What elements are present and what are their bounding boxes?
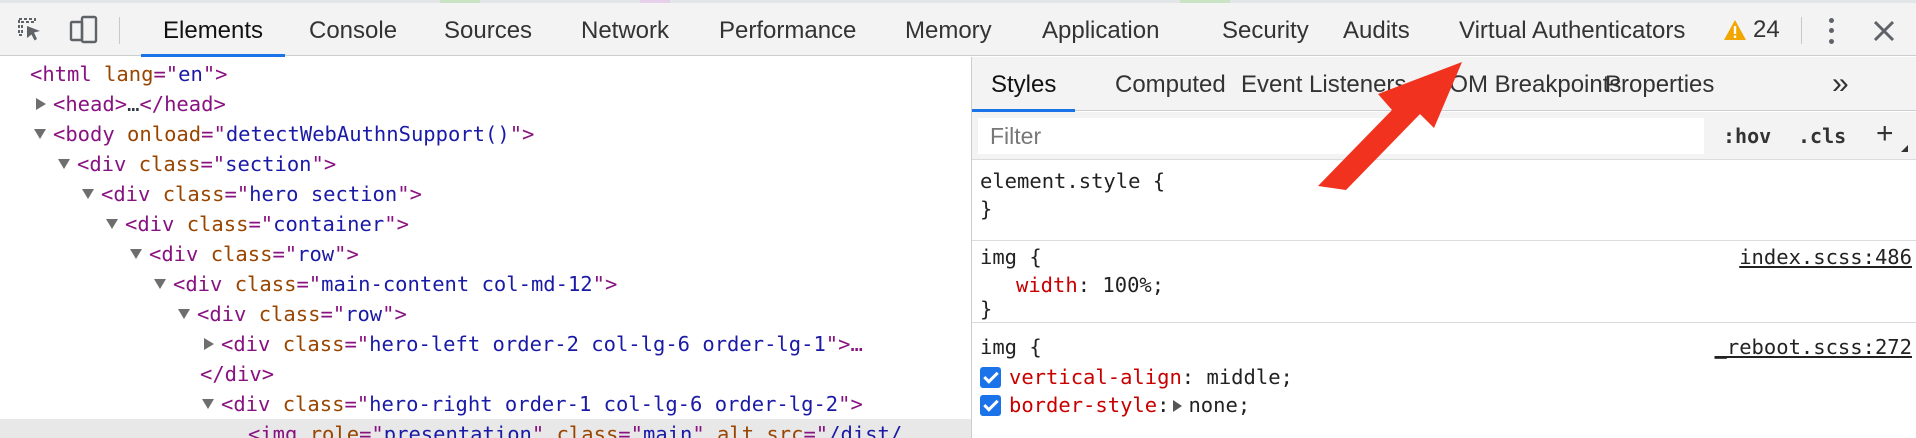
style-rule-element[interactable]: element.style { } — [972, 161, 1916, 241]
warning-icon — [1724, 19, 1746, 40]
tab-memory[interactable]: Memory — [883, 3, 1014, 56]
expand-arrow-icon[interactable] — [1173, 400, 1183, 412]
rule-source-link[interactable]: index.scss:486 — [1739, 243, 1912, 271]
rule-selector: img { — [980, 245, 1042, 269]
class-toggle-button[interactable]: .cls — [1798, 118, 1846, 154]
tree-node-img-selected[interactable]: <img role="presentation" class="main" al… — [0, 419, 971, 438]
tab-virtual-authenticators[interactable]: Virtual Authenticators — [1437, 3, 1707, 56]
warning-count: 24 — [1753, 15, 1780, 43]
collapse-arrow-icon[interactable] — [154, 279, 166, 289]
sidebar-tabs: Styles Computed Event Listeners DOM Brea… — [972, 57, 1916, 112]
collapse-arrow-icon[interactable] — [106, 219, 118, 229]
tab-network[interactable]: Network — [559, 3, 691, 56]
devtools-toolbar: Elements Console Sources Network Perform… — [0, 3, 1916, 57]
tab-security[interactable]: Security — [1200, 3, 1331, 56]
rule-property[interactable]: width: 100%; — [1016, 271, 1164, 299]
tree-node-html[interactable]: <html lang="en"> — [0, 59, 971, 89]
rule-property[interactable]: vertical-align: middle; — [980, 363, 1293, 391]
tree-node-body[interactable]: <body onload="detectWebAuthnSupport()"> — [0, 119, 971, 149]
collapse-arrow-icon[interactable] — [34, 129, 46, 139]
style-rule-img-reboot[interactable]: img { _reboot.scss:272 vertical-align: m… — [972, 323, 1916, 438]
tab-performance[interactable]: Performance — [697, 3, 878, 56]
collapse-arrow-icon[interactable] — [82, 189, 94, 199]
collapse-arrow-icon[interactable] — [130, 249, 142, 259]
styles-sidebar: Styles Computed Event Listeners DOM Brea… — [972, 57, 1916, 438]
corner-triangle-icon — [1901, 145, 1908, 152]
collapse-arrow-icon[interactable] — [178, 309, 190, 319]
more-options-icon[interactable] — [1826, 15, 1836, 47]
hover-state-button[interactable]: :hov — [1723, 118, 1771, 154]
close-icon[interactable] — [1868, 15, 1900, 47]
tab-console[interactable]: Console — [287, 3, 419, 56]
tab-event-listeners[interactable]: Event Listeners — [1222, 57, 1425, 111]
tree-node-div[interactable]: <div class="main-content col-md-12"> — [0, 269, 971, 299]
rule-close-brace: } — [980, 297, 993, 321]
tab-application[interactable]: Application — [1020, 3, 1181, 56]
styles-filter-bar: :hov .cls + — [972, 112, 1916, 160]
tree-node-div[interactable]: <div class="section"> — [0, 149, 971, 179]
toolbar-separator — [1801, 17, 1802, 44]
more-tabs-button[interactable]: » — [1832, 57, 1849, 111]
tree-node-div[interactable]: <div class="container"> — [0, 209, 971, 239]
rule-selector: img { — [980, 335, 1042, 359]
rule-property[interactable]: border-style: none; — [980, 391, 1250, 419]
toolbar-separator — [119, 17, 120, 44]
expand-arrow-icon[interactable] — [36, 98, 46, 110]
rule-selector: element.style { — [980, 169, 1166, 193]
rule-close-brace: } — [980, 197, 993, 221]
new-style-rule-button[interactable]: + — [1876, 116, 1910, 154]
tab-properties[interactable]: Properties — [1586, 57, 1733, 111]
collapse-arrow-icon[interactable] — [202, 399, 214, 409]
inspect-element-icon[interactable] — [12, 12, 48, 48]
plus-icon: + — [1876, 117, 1894, 150]
property-checkbox[interactable] — [980, 395, 1001, 416]
tree-node-closing-div[interactable]: </div> — [0, 359, 971, 389]
property-checkbox[interactable] — [980, 367, 1001, 388]
tree-node-head[interactable]: <head>…</head> — [0, 89, 971, 119]
tree-node-div[interactable]: <div class="hero-right order-1 col-lg-6 … — [0, 389, 971, 419]
tree-node-div[interactable]: <div class="hero-left order-2 col-lg-6 o… — [0, 329, 971, 359]
device-toolbar-icon[interactable] — [66, 12, 102, 48]
rule-source-link[interactable]: _reboot.scss:272 — [1715, 333, 1912, 361]
tree-node-div[interactable]: <div class="row"> — [0, 239, 971, 269]
tree-node-div[interactable]: <div class="row"> — [0, 299, 971, 329]
tab-audits[interactable]: Audits — [1321, 3, 1432, 56]
style-rule-img[interactable]: img { index.scss:486 width: 100%; } — [972, 241, 1916, 323]
tab-styles[interactable]: Styles — [972, 57, 1076, 112]
warnings-counter[interactable]: 24 — [1723, 3, 1780, 56]
elements-tree[interactable]: <html lang="en"> <head>…</head> <body on… — [0, 57, 971, 438]
tab-sources[interactable]: Sources — [422, 3, 554, 56]
tree-node-div[interactable]: <div class="hero section"> — [0, 179, 971, 209]
styles-filter-input[interactable] — [978, 118, 1704, 154]
collapse-arrow-icon[interactable] — [58, 159, 70, 169]
tab-elements[interactable]: Elements — [141, 3, 286, 57]
expand-arrow-icon[interactable] — [204, 338, 214, 350]
